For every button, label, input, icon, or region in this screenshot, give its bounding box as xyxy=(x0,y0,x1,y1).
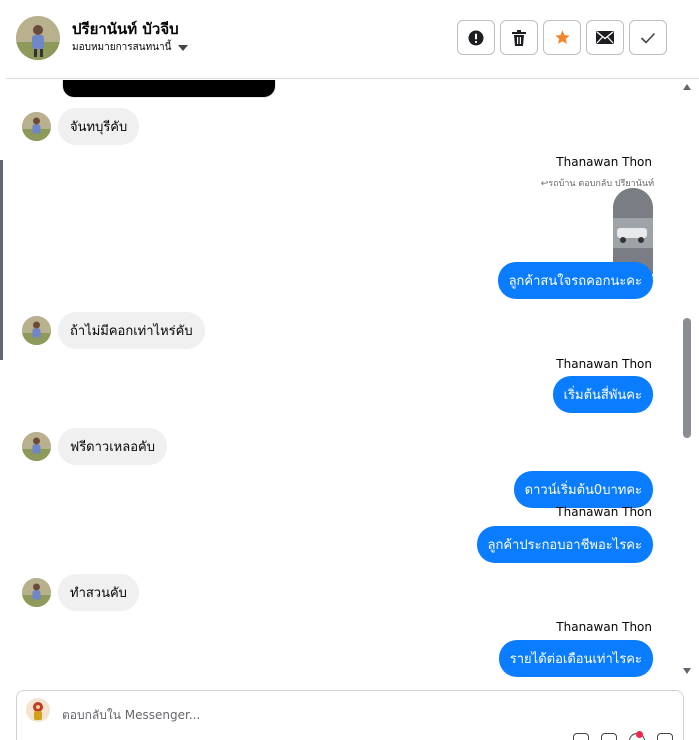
thread-scrollbar[interactable] xyxy=(680,80,694,680)
image-icon[interactable] xyxy=(601,733,617,740)
sender-name: Thanawan Thon xyxy=(556,620,652,634)
scroll-down-arrow-icon[interactable] xyxy=(683,668,691,674)
star-icon xyxy=(554,30,570,44)
mark-unread-button[interactable] xyxy=(586,20,624,55)
message-thread: จันทบุรีคับ Thanawan Thon ↩รถบ้าน ตอบกลั… xyxy=(6,80,680,680)
contact-avatar-small[interactable] xyxy=(22,112,51,141)
outgoing-message[interactable]: ลูกค้าสนใจรถคอกนะคะ xyxy=(497,262,653,299)
contact-name[interactable]: ปรียานันท์ บัวจีบ xyxy=(72,17,179,41)
reply-input[interactable]: ตอบกลับใน Messenger... xyxy=(62,706,200,725)
page-avatar xyxy=(26,698,50,722)
message-bubble[interactable]: ฟรีดาวเหลอคับ xyxy=(58,428,167,465)
previous-media-attachment[interactable] xyxy=(62,80,276,98)
outgoing-message[interactable]: ดาวน์เริ่มต้น0บาทคะ xyxy=(513,471,653,508)
conversation-header: ปรียานันท์ บัวจีบ มอบหมายการสนทนานี้ xyxy=(6,0,699,79)
sender-name: Thanawan Thon xyxy=(556,357,652,371)
scrollbar-thumb[interactable] xyxy=(683,318,691,438)
contact-avatar-small[interactable] xyxy=(22,578,51,607)
header-actions xyxy=(457,20,667,55)
sender-name: Thanawan Thon xyxy=(556,155,652,169)
attachment-icon[interactable] xyxy=(573,733,589,740)
delete-button[interactable] xyxy=(500,20,538,55)
message-bubble[interactable]: จันทบุรีคับ xyxy=(58,108,140,145)
panel-divider xyxy=(0,160,3,360)
composer-toolbar xyxy=(573,733,673,740)
saved-reply-icon[interactable] xyxy=(657,733,673,740)
outgoing-message[interactable]: รายได้ต่อเดือนเท่าไรคะ xyxy=(498,640,653,677)
notification-dot xyxy=(636,731,643,738)
contact-avatar-small[interactable] xyxy=(22,432,51,461)
incoming-message: ถ้าไม่มีคอกเท่าไหร่คับ xyxy=(22,312,205,349)
chevron-down-icon xyxy=(178,44,189,51)
exclamation-circle-icon xyxy=(468,30,484,45)
assign-label: มอบหมายการสนทนานี้ xyxy=(72,42,172,53)
report-button[interactable] xyxy=(457,20,495,55)
envelope-icon xyxy=(596,31,614,44)
trash-icon xyxy=(512,29,526,46)
incoming-message: ทำสวนคับ xyxy=(22,574,139,611)
message-bubble[interactable]: ถ้าไม่มีคอกเท่าไหร่คับ xyxy=(58,312,205,349)
incoming-message: ฟรีดาวเหลอคับ xyxy=(22,428,167,465)
star-button[interactable] xyxy=(543,20,581,55)
assign-conversation-dropdown[interactable]: มอบหมายการสนทนานี้ xyxy=(72,40,189,55)
message-bubble[interactable]: ทำสวนคับ xyxy=(58,574,139,611)
scroll-up-arrow-icon[interactable] xyxy=(683,84,691,90)
contact-avatar-small[interactable] xyxy=(22,316,51,345)
contact-avatar[interactable] xyxy=(16,16,60,60)
mark-done-button[interactable] xyxy=(629,20,667,55)
reply-composer[interactable]: ตอบกลับใน Messenger... xyxy=(16,690,684,740)
sender-name: Thanawan Thon xyxy=(556,505,652,519)
outgoing-message[interactable]: เริ่มต้นสี่พันคะ xyxy=(552,376,653,413)
outgoing-message[interactable]: ลูกค้าประกอบอาชีพอะไรคะ xyxy=(476,526,653,563)
checkmark-icon xyxy=(640,32,656,44)
incoming-message: จันทบุรีคับ xyxy=(22,108,140,145)
